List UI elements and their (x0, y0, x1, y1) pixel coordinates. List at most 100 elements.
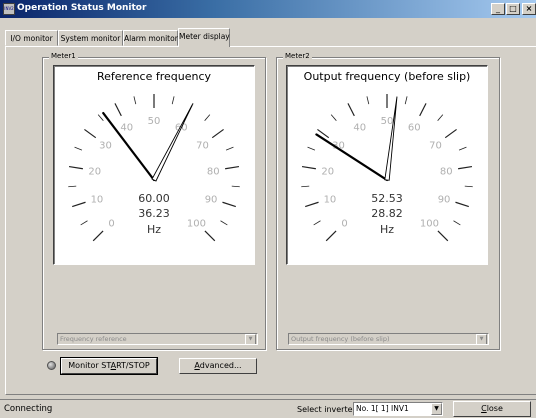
meter2-scale-label: 90 (438, 195, 451, 206)
meter1-scale-label: 20 (88, 167, 101, 178)
meter1-tick (133, 96, 137, 105)
meter2-signal-select[interactable]: Output frequency (before slip) ▼ (288, 333, 489, 345)
maximize-button[interactable]: □ (506, 3, 520, 15)
meter2-scale-label: 40 (353, 123, 366, 134)
select-inverter-label: Select inverter (297, 405, 356, 414)
meter1-tick (97, 114, 104, 121)
meter2-needle-target (384, 96, 398, 181)
meter1-scale-label: 40 (120, 123, 133, 134)
meter2-tick (444, 128, 457, 139)
meter1-tick (68, 165, 83, 170)
meter1-scale-label: 50 (148, 116, 161, 127)
meter2-value-primary: 52.53 (371, 192, 403, 205)
meter1-tick (74, 146, 83, 151)
meter1-tick (204, 114, 211, 121)
meter2-tick (437, 114, 444, 121)
meter2-scale-label: 70 (429, 141, 442, 152)
meter1-gauge: Reference frequency 01020304050607080901… (53, 65, 255, 265)
meter1-tick (204, 230, 216, 242)
meter1-value-secondary: 36.23 (138, 207, 170, 220)
meter1-tick (92, 230, 104, 242)
meter2-scale-label: 100 (420, 218, 439, 229)
meter2-scale-label: 50 (381, 116, 394, 127)
monitor-button-label-post: RT/STOP (116, 361, 150, 370)
meter1-scale-label: 100 (187, 218, 206, 229)
meter2-tick (301, 165, 316, 170)
chevron-down-icon[interactable]: ▼ (245, 334, 256, 344)
tab-io-monitor[interactable]: I/O monitor (5, 30, 58, 46)
meter1-dial-svg: 0102030405060708090100 60.00 36.23 Hz (68, 94, 240, 242)
meter2-tick (366, 96, 370, 105)
meter1-tick (80, 220, 88, 226)
meter2-tick (455, 201, 469, 208)
advanced-button[interactable]: Advanced... (179, 358, 257, 374)
minimize-button[interactable]: _ (491, 3, 505, 15)
meter2-tick (305, 201, 319, 208)
meter1-unit: Hz (147, 223, 161, 236)
monitor-start-stop-button[interactable]: Monitor START/STOP (60, 357, 158, 375)
meter1-tick (220, 220, 228, 226)
monitor-button-label-pre: Monitor ST (68, 361, 111, 370)
meter1-scale-label: 80 (207, 167, 220, 178)
meter1-scale-label: 90 (205, 195, 218, 206)
monitor-status-led (47, 361, 56, 370)
close-window-button[interactable]: × (522, 3, 536, 15)
meter2-value-secondary: 28.82 (371, 207, 403, 220)
meter2-tick (458, 146, 467, 151)
title-bar[interactable]: INV2 Operation Status Monitor _ □ × (0, 0, 536, 18)
meter1-tick (114, 103, 122, 117)
meter1-scale-label: 70 (196, 141, 209, 152)
meter1-signal-select[interactable]: Frequency reference ▼ (57, 333, 258, 345)
meter2-group-label: Meter2 (283, 52, 312, 60)
meter2-tick (313, 220, 321, 226)
close-button-label: lose (486, 404, 503, 413)
chevron-down-icon[interactable]: ▼ (476, 334, 487, 344)
meter1-tick (225, 165, 240, 170)
app-icon: INV2 (3, 3, 15, 15)
meter2-tick (404, 96, 408, 105)
tab-alarm-monitor[interactable]: Alarm monitor (123, 30, 178, 46)
meter2-tick (458, 165, 473, 170)
meter2-scale-label: 60 (408, 123, 421, 134)
meter1-tick (84, 128, 97, 139)
meter2-tick (347, 103, 355, 117)
window-title: Operation Status Monitor (17, 3, 147, 13)
meter2-tick (301, 185, 310, 188)
meter1-scale-label: 0 (108, 218, 114, 229)
meter2-tick (453, 220, 461, 226)
advanced-button-label: dvanced... (199, 361, 242, 370)
meter2-tick (464, 185, 473, 188)
meter2-gauge: Output frequency (before slip) 0 10 20 30 40… (286, 65, 488, 265)
meter1-tick (211, 128, 224, 139)
meter2-scale-label: 10 (324, 195, 337, 206)
meter1-tick (225, 146, 234, 151)
meter2-scale-label: 80 (440, 167, 453, 178)
meter2-tick (325, 230, 337, 242)
meter2-dial-svg: 0102030405060708090100 52.53 28.82 Hz (301, 94, 473, 242)
inverter-select-value: No. 1[ 1] INV1 (356, 404, 409, 413)
connection-status: Connecting (4, 404, 53, 414)
status-bar: Connecting Select inverter No. 1[ 1] INV… (0, 399, 536, 418)
meter2-select-value: Output frequency (before slip) (291, 335, 390, 343)
meter2-scale-label: 0 (341, 218, 347, 229)
meter1-tick (231, 185, 240, 188)
meter2-tick (307, 146, 316, 151)
meter2-unit: Hz (380, 223, 394, 236)
tab-meter-display[interactable]: Meter display (178, 28, 230, 47)
meter1-scale-label: 30 (99, 141, 112, 152)
meter2-tick (330, 114, 337, 121)
meter2-tick (437, 230, 449, 242)
inverter-select[interactable]: No. 1[ 1] INV1 ▼ (353, 402, 443, 416)
chevron-down-icon[interactable]: ▼ (431, 403, 442, 415)
meter1-value-primary: 60.00 (138, 192, 170, 205)
meter1-tick (72, 201, 86, 208)
tab-system-monitor[interactable]: System monitor (58, 30, 123, 46)
meter1-tick (68, 185, 77, 188)
meter1-tick (222, 201, 236, 208)
meter1-group-label: Meter1 (49, 52, 78, 60)
meter1-tick (171, 96, 175, 105)
meter2-tick (419, 103, 427, 117)
meter1-scale-label: 10 (91, 195, 104, 206)
meter2-scale-label: 20 (321, 167, 334, 178)
close-button[interactable]: Close (453, 401, 531, 417)
